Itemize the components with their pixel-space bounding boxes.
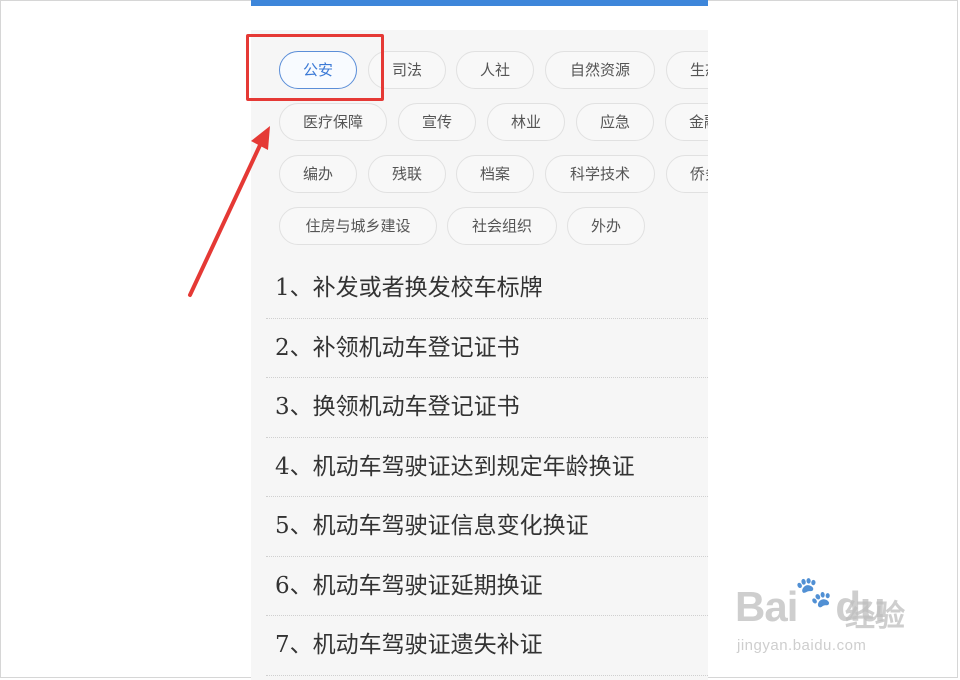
paw-icon: 🐾: [795, 575, 833, 610]
watermark-url: jingyan.baidu.com: [737, 637, 867, 654]
baidu-jingyan-watermark: Bai du 🐾 经验 jingyan.baidu.com: [735, 575, 935, 665]
watermark-jingyan-text: 经验: [845, 599, 905, 634]
